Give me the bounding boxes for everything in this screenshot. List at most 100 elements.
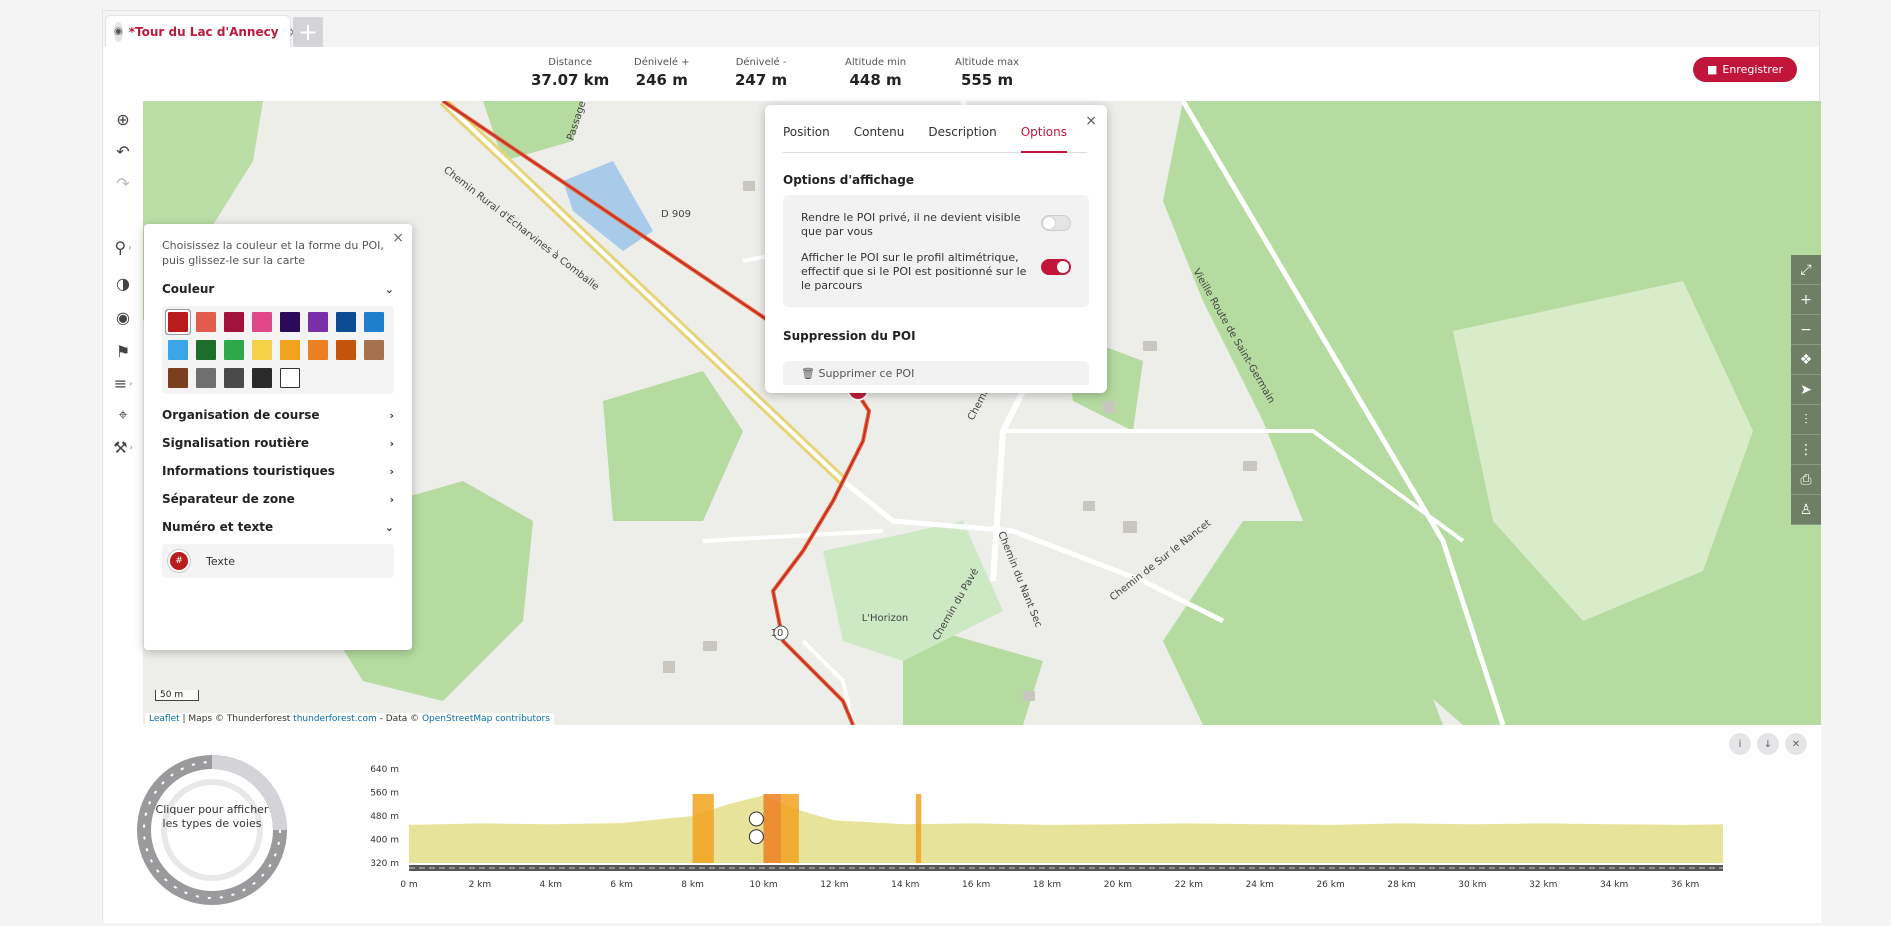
color-swatch[interactable] [168, 340, 188, 360]
donut-hint[interactable]: Cliquer pour afficher les types de voies [153, 803, 271, 831]
private-option: Rendre le POI privé, il ne devient visib… [801, 211, 1089, 239]
color-swatch[interactable] [280, 340, 300, 360]
section-label: Numéro et texte [162, 520, 274, 534]
x-tick-label: 24 km [1246, 880, 1274, 890]
x-tick-label: 22 km [1175, 880, 1203, 890]
text-poi-item[interactable]: # Texte [162, 544, 394, 578]
close-icon[interactable]: × [1085, 113, 1097, 129]
save-button[interactable]: ■ Enregistrer [1692, 57, 1797, 82]
profile-poi-marker[interactable] [748, 829, 764, 845]
route-icon[interactable]: ⋮ [1791, 435, 1821, 465]
delete-heading: Suppression du POI [783, 329, 916, 343]
flag-icon[interactable]: ⚑ [107, 335, 139, 367]
visibility-toggle-icon[interactable]: ◉ [107, 301, 139, 333]
color-swatch[interactable] [224, 312, 244, 332]
fullscreen-icon[interactable]: ⤢ [1791, 255, 1821, 285]
color-swatch[interactable] [224, 368, 244, 388]
stat-descent: Dénivelé - 247 m [735, 57, 787, 89]
leaflet-link[interactable]: Leaflet [149, 714, 180, 724]
tab-position[interactable]: Position [783, 123, 830, 152]
section-informations[interactable]: Informations touristiques › [162, 464, 394, 478]
section-numero[interactable]: Numéro et texte ⌄ [162, 520, 394, 534]
color-swatch[interactable] [364, 340, 384, 360]
tab-description[interactable]: Description [928, 123, 996, 152]
color-swatch[interactable] [308, 340, 328, 360]
color-swatch[interactable] [196, 312, 216, 332]
private-option-label: Rendre le POI privé, il ne devient visib… [801, 211, 1021, 238]
osm-link[interactable]: OpenStreetMap contributors [422, 714, 550, 724]
color-swatch[interactable] [252, 368, 272, 388]
map-road-label: D 909 [661, 209, 691, 220]
chevron-down-icon: ⌄ [384, 282, 394, 296]
color-swatch[interactable] [364, 312, 384, 332]
close-icon[interactable]: ✕ [1785, 733, 1807, 755]
section-couleur[interactable]: Couleur ⌄ [162, 282, 394, 296]
tab-options[interactable]: Options [1020, 123, 1068, 153]
tab-contenu[interactable]: Contenu [854, 123, 905, 152]
stat-ascent: Dénivelé + 246 m [634, 57, 690, 89]
color-swatches [162, 306, 394, 394]
zoom-select-icon[interactable]: ⊕ [107, 103, 139, 135]
color-swatch[interactable] [252, 340, 272, 360]
print-icon[interactable]: ⎙ [1791, 465, 1821, 495]
color-swatch[interactable] [196, 368, 216, 388]
stat-alt-min: Altitude min 448 m [845, 57, 906, 89]
redo-icon[interactable]: ↷ [107, 167, 139, 199]
tab-bar: ◉ *Tour du Lac d'Annecy × + [103, 11, 1819, 47]
layers-icon[interactable]: ❖ [1791, 345, 1821, 375]
profile-toggle[interactable] [1041, 259, 1071, 275]
add-tab-button[interactable]: + [293, 17, 323, 47]
x-tick-label: 30 km [1458, 880, 1486, 890]
scale-bar: 50 m [155, 690, 199, 701]
thunderforest-link[interactable]: thunderforest.com [293, 714, 377, 724]
section-signalisation[interactable]: Signalisation routière › [162, 436, 394, 450]
route-toggle-icon[interactable]: ◑ [107, 267, 139, 299]
info-icon[interactable]: i [1729, 733, 1751, 755]
x-tick-label: 16 km [962, 880, 990, 890]
color-swatch[interactable] [280, 368, 300, 388]
color-swatch[interactable] [308, 312, 328, 332]
elevation-chart[interactable]: 640 m 560 m 480 m 400 m 320 m 0 m 2 km 4 km 6 km… [283, 755, 1743, 915]
floppy-icon: ■ [1706, 63, 1718, 76]
wrench-icon[interactable]: ⚒ › [107, 431, 139, 463]
private-toggle[interactable] [1041, 215, 1071, 231]
elevation-profile: Cliquer pour afficher les types de voies… [103, 725, 1821, 923]
streetview-icon[interactable]: ♙ [1791, 495, 1821, 525]
slope-segment [763, 793, 782, 863]
undo-icon[interactable]: ↶ [107, 135, 139, 167]
locate-icon[interactable]: ➤ [1791, 375, 1821, 405]
filters-icon[interactable]: ⫶ [1791, 405, 1821, 435]
chevron-down-icon: ⌄ [384, 520, 394, 534]
stat-label: Distance [548, 57, 592, 68]
color-swatch[interactable] [280, 312, 300, 332]
bike-icon[interactable]: ⚲ › [107, 231, 139, 263]
poi-marker-icon[interactable]: ⌖ [107, 399, 139, 431]
eye-icon[interactable]: ◉ [114, 21, 123, 42]
color-swatch[interactable] [336, 340, 356, 360]
color-swatch[interactable] [336, 312, 356, 332]
delete-poi-button[interactable]: 🗑 Supprimer ce POI [783, 361, 1089, 385]
x-tick-label: 20 km [1104, 880, 1132, 890]
x-tick-label: 28 km [1387, 880, 1415, 890]
color-swatch[interactable] [166, 310, 190, 334]
chevron-right-icon: › [389, 492, 394, 506]
color-swatch[interactable] [224, 340, 244, 360]
route-tab[interactable]: ◉ *Tour du Lac d'Annecy × [105, 15, 299, 47]
color-swatch[interactable] [196, 340, 216, 360]
download-icon[interactable]: ↓ [1757, 733, 1779, 755]
zoom-in-icon[interactable]: + [1791, 285, 1821, 315]
close-icon[interactable]: × [392, 230, 404, 246]
profile-buttons: i ↓ ✕ [1729, 733, 1807, 755]
menu-icon[interactable]: ≡ › [107, 367, 139, 399]
map-road-number: 10 [771, 628, 784, 639]
x-tick-label: 12 km [820, 880, 848, 890]
section-organisation[interactable]: Organisation de course › [162, 408, 394, 422]
profile-poi-marker[interactable] [748, 811, 764, 827]
route-tab-title: *Tour du Lac d'Annecy [128, 24, 279, 39]
color-swatch[interactable] [168, 368, 188, 388]
section-separateur[interactable]: Séparateur de zone › [162, 492, 394, 506]
color-swatch[interactable] [252, 312, 272, 332]
zoom-out-icon[interactable]: − [1791, 315, 1821, 345]
stat-value: 448 m [849, 71, 902, 89]
stat-distance: Distance 37.07 km [531, 57, 609, 89]
